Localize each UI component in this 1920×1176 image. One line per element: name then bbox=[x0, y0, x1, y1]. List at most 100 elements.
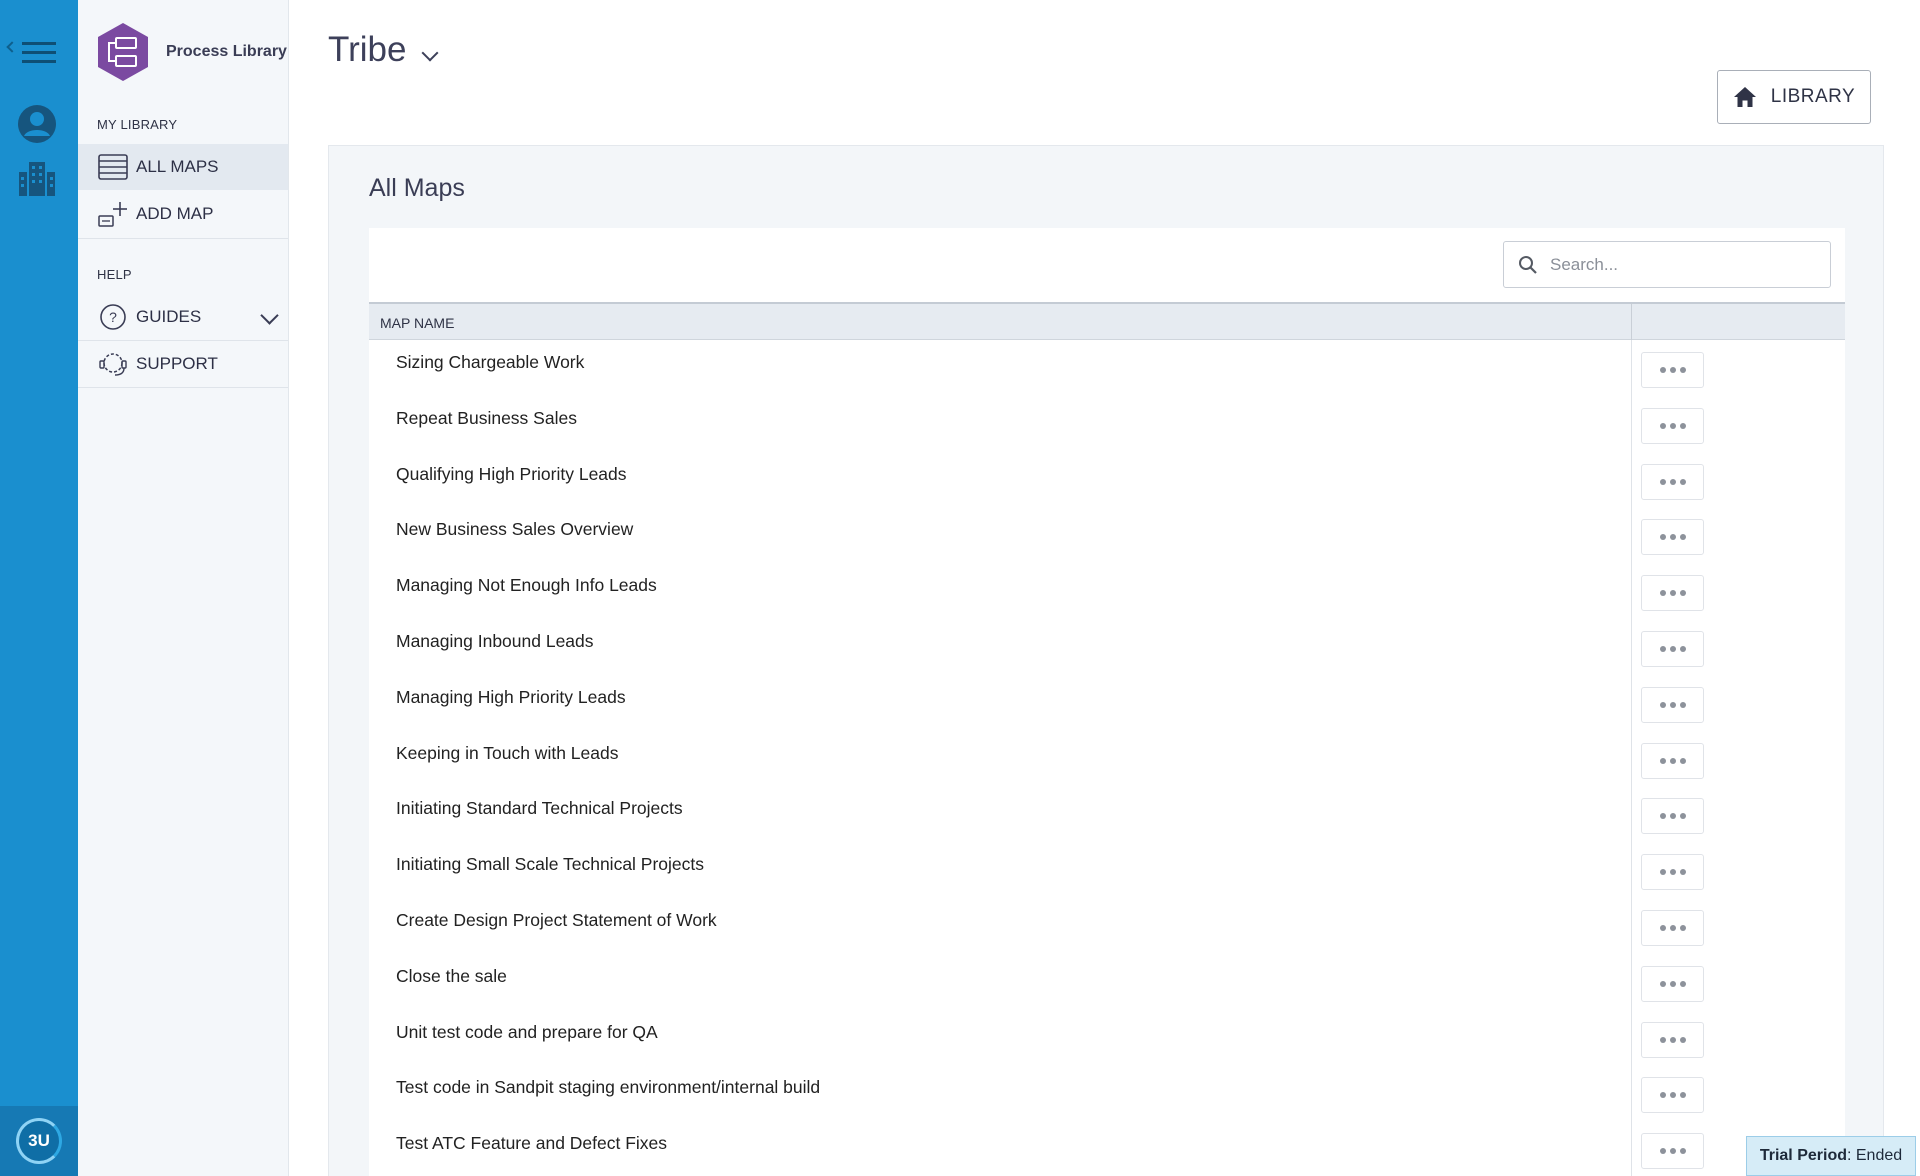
section-label-my-library: MY LIBRARY bbox=[97, 117, 178, 132]
map-name-cell[interactable]: Test ATC Feature and Defect Fixes bbox=[396, 1133, 667, 1154]
ellipsis-dot-icon bbox=[1659, 980, 1666, 987]
brand[interactable]: Process Library bbox=[96, 22, 287, 82]
ellipsis-dot-icon bbox=[1669, 980, 1676, 987]
table-row[interactable]: Keeping in Touch with Leads bbox=[369, 731, 1845, 787]
hamburger-menu-icon[interactable] bbox=[6, 38, 70, 68]
map-name-cell[interactable]: Close the sale bbox=[396, 966, 507, 987]
panel-title: All Maps bbox=[369, 174, 465, 202]
user-profile-icon[interactable] bbox=[17, 104, 57, 144]
map-name-cell[interactable]: Unit test code and prepare for QA bbox=[396, 1022, 658, 1043]
sidebar-item-label: ADD MAP bbox=[136, 204, 214, 223]
ellipsis-dot-icon bbox=[1669, 1148, 1676, 1155]
library-button-label: LIBRARY bbox=[1770, 86, 1856, 107]
more-options-button[interactable] bbox=[1641, 1021, 1704, 1058]
ellipsis-dot-icon bbox=[1669, 924, 1676, 931]
more-options-button[interactable] bbox=[1641, 463, 1704, 500]
more-options-button[interactable] bbox=[1641, 575, 1704, 612]
search-icon bbox=[1519, 255, 1537, 274]
ellipsis-dot-icon bbox=[1669, 590, 1676, 597]
ellipsis-dot-icon bbox=[1669, 645, 1676, 652]
table-row[interactable]: Qualifying High Priority Leads bbox=[369, 452, 1845, 508]
table-row[interactable]: Initiating Standard Technical Projects bbox=[369, 786, 1845, 842]
sidebar-item-label: SUPPORT bbox=[136, 354, 218, 373]
ellipsis-dot-icon bbox=[1669, 1036, 1676, 1043]
ellipsis-dot-icon bbox=[1669, 701, 1676, 708]
search-box[interactable] bbox=[1503, 241, 1831, 288]
more-options-button[interactable] bbox=[1641, 1077, 1704, 1114]
more-options-button[interactable] bbox=[1641, 798, 1704, 835]
divider bbox=[78, 387, 288, 388]
table-row[interactable]: Repeat Business Sales bbox=[369, 396, 1845, 452]
map-name-cell[interactable]: Test code in Sandpit staging environment… bbox=[396, 1077, 820, 1098]
ellipsis-dot-icon bbox=[1659, 645, 1666, 652]
table-row[interactable]: Managing High Priority Leads bbox=[369, 675, 1845, 731]
app-logo[interactable]: 3U bbox=[0, 1106, 78, 1176]
ellipsis-dot-icon bbox=[1659, 757, 1666, 764]
sidebar-item-label: ALL MAPS bbox=[136, 157, 219, 176]
more-options-button[interactable] bbox=[1641, 352, 1704, 388]
ellipsis-dot-icon bbox=[1659, 701, 1666, 708]
ellipsis-dot-icon bbox=[1679, 478, 1686, 485]
ellipsis-dot-icon bbox=[1679, 1148, 1686, 1155]
table-row[interactable]: Initiating Small Scale Technical Project… bbox=[369, 842, 1845, 898]
maps-table: MAP NAME Sizing Chargeable Work Repeat Bu… bbox=[369, 228, 1845, 1176]
divider bbox=[78, 238, 288, 239]
map-name-cell[interactable]: Qualifying High Priority Leads bbox=[396, 464, 627, 485]
table-row[interactable]: Test ATC Feature and Defect Fixes bbox=[369, 1121, 1845, 1176]
table-row[interactable]: Managing Inbound Leads bbox=[369, 619, 1845, 675]
column-header-map-name[interactable]: MAP NAME bbox=[380, 315, 454, 331]
map-name-cell[interactable]: Initiating Standard Technical Projects bbox=[396, 798, 683, 819]
map-name-cell[interactable]: Repeat Business Sales bbox=[396, 408, 577, 429]
trial-status-badge[interactable]: Trial Period: Ended bbox=[1746, 1136, 1916, 1176]
more-options-button[interactable] bbox=[1641, 1133, 1704, 1170]
table-body: Sizing Chargeable Work Repeat Business Sa… bbox=[369, 340, 1845, 1176]
sidebar-item-support[interactable]: SUPPORT bbox=[78, 341, 288, 387]
organization-icon[interactable] bbox=[17, 160, 57, 196]
trial-label: Trial Period bbox=[1759, 1147, 1847, 1164]
map-name-cell[interactable]: Keeping in Touch with Leads bbox=[396, 743, 618, 764]
more-options-button[interactable] bbox=[1641, 742, 1704, 779]
more-options-button[interactable] bbox=[1641, 686, 1704, 723]
table-row[interactable]: Create Design Project Statement of Work bbox=[369, 898, 1845, 954]
ellipsis-dot-icon bbox=[1659, 869, 1666, 876]
ellipsis-dot-icon bbox=[1659, 422, 1666, 429]
ellipsis-dot-icon bbox=[1679, 534, 1686, 541]
table-row[interactable]: Test code in Sandpit staging environment… bbox=[369, 1065, 1845, 1121]
sidebar-item-guides[interactable]: ? GUIDES bbox=[78, 294, 288, 340]
map-name-cell[interactable]: New Business Sales Overview bbox=[396, 519, 633, 540]
map-name-cell[interactable]: Initiating Small Scale Technical Project… bbox=[396, 854, 704, 875]
map-name-cell[interactable]: Managing Not Enough Info Leads bbox=[396, 575, 657, 596]
more-options-button[interactable] bbox=[1641, 630, 1704, 667]
ellipsis-dot-icon bbox=[1679, 645, 1686, 652]
more-options-button[interactable] bbox=[1641, 854, 1704, 891]
workspace-selector[interactable]: Tribe bbox=[328, 30, 439, 70]
map-name-cell[interactable]: Sizing Chargeable Work bbox=[396, 352, 584, 373]
map-name-cell[interactable]: Managing High Priority Leads bbox=[396, 687, 626, 708]
ellipsis-dot-icon bbox=[1679, 980, 1686, 987]
ellipsis-dot-icon bbox=[1659, 590, 1666, 597]
ellipsis-dot-icon bbox=[1659, 478, 1666, 485]
ellipsis-dot-icon bbox=[1659, 1092, 1666, 1099]
chevron-down-icon[interactable] bbox=[260, 306, 279, 325]
table-row[interactable]: Unit test code and prepare for QA bbox=[369, 1010, 1845, 1066]
ellipsis-dot-icon bbox=[1669, 1092, 1676, 1099]
map-name-cell[interactable]: Managing Inbound Leads bbox=[396, 631, 594, 652]
search-input[interactable] bbox=[1550, 254, 1810, 275]
app-name: Process Library bbox=[166, 43, 287, 60]
more-options-button[interactable] bbox=[1641, 407, 1704, 444]
sidebar-item-add-map[interactable]: ADD MAP bbox=[78, 191, 288, 237]
ellipsis-dot-icon bbox=[1669, 367, 1676, 373]
ellipsis-dot-icon bbox=[1669, 478, 1676, 485]
more-options-button[interactable] bbox=[1641, 909, 1704, 946]
section-label-help: HELP bbox=[97, 267, 132, 282]
more-options-button[interactable] bbox=[1641, 519, 1704, 556]
trial-status: : Ended bbox=[1846, 1147, 1903, 1164]
map-name-cell[interactable]: Create Design Project Statement of Work bbox=[396, 910, 717, 931]
table-row[interactable]: Sizing Chargeable Work bbox=[369, 340, 1845, 396]
more-options-button[interactable] bbox=[1641, 965, 1704, 1002]
table-row[interactable]: Managing Not Enough Info Leads bbox=[369, 563, 1845, 619]
table-row[interactable]: New Business Sales Overview bbox=[369, 507, 1845, 563]
sidebar-item-all-maps[interactable]: ALL MAPS bbox=[78, 144, 288, 190]
table-row[interactable]: Close the sale bbox=[369, 954, 1845, 1010]
library-button[interactable]: LIBRARY bbox=[1717, 70, 1871, 124]
